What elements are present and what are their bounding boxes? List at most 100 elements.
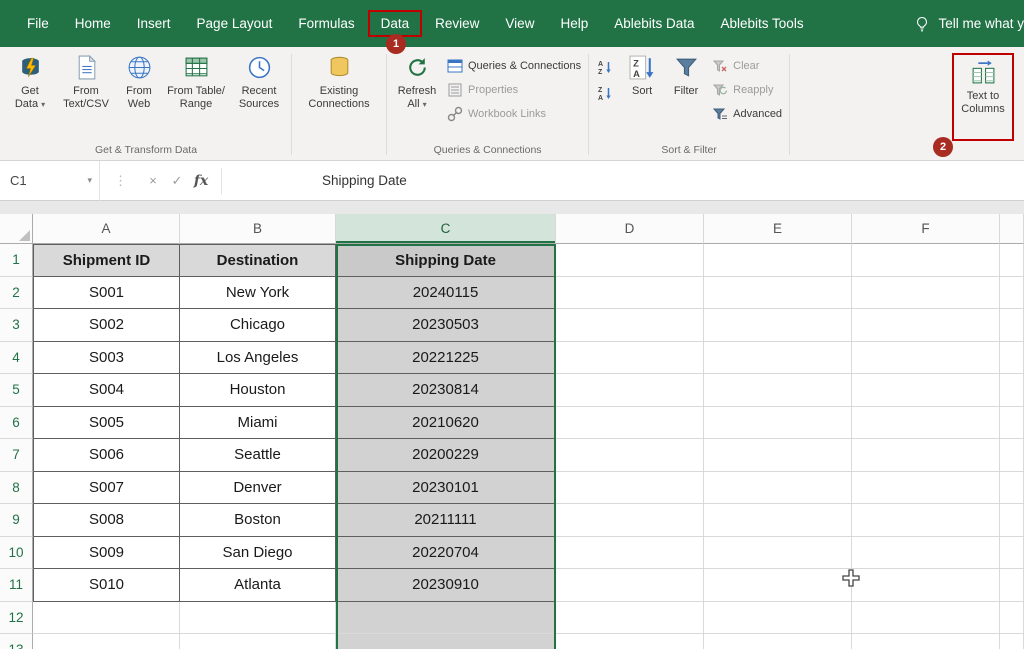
cell-D9[interactable] [556, 504, 704, 537]
clear-filter-button[interactable]: Clear [709, 55, 785, 76]
row-header-2[interactable]: 2 [0, 276, 33, 309]
cell-C5[interactable]: 20230814 [336, 374, 556, 407]
row-header-13[interactable]: 13 [0, 634, 33, 649]
cell-A9[interactable]: S008 [33, 504, 180, 537]
cell-C6[interactable]: 20210620 [336, 406, 556, 439]
cell-G9[interactable] [1000, 504, 1024, 537]
ribbon-tab-file[interactable]: File [14, 10, 62, 37]
cell-C7[interactable]: 20200229 [336, 439, 556, 472]
cell-E13[interactable] [704, 634, 852, 649]
text-to-columns-button[interactable]: Text to Columns [954, 55, 1012, 139]
cell-C8[interactable]: 20230101 [336, 471, 556, 504]
cell-B2[interactable]: New York [180, 276, 336, 309]
cell-E3[interactable] [704, 309, 852, 342]
cell-A1[interactable]: Shipment ID [33, 244, 180, 277]
cell-G3[interactable] [1000, 309, 1024, 342]
cell-B10[interactable]: San Diego [180, 536, 336, 569]
cell-F5[interactable] [852, 374, 1000, 407]
cell-G1[interactable] [1000, 244, 1024, 277]
cell-E7[interactable] [704, 439, 852, 472]
cell-F9[interactable] [852, 504, 1000, 537]
cell-B11[interactable]: Atlanta [180, 569, 336, 602]
ribbon-tab-insert[interactable]: Insert [124, 10, 184, 37]
ribbon-tab-view[interactable]: View [492, 10, 547, 37]
cell-D11[interactable] [556, 569, 704, 602]
cell-F7[interactable] [852, 439, 1000, 472]
cell-D12[interactable] [556, 601, 704, 634]
cell-D13[interactable] [556, 634, 704, 649]
ribbon-tab-ablebits-data[interactable]: Ablebits Data [601, 10, 707, 37]
cell-A13[interactable] [33, 634, 180, 649]
get-data-button[interactable]: Get Data ▾ [5, 50, 55, 134]
from-text-csv-button[interactable]: From Text/CSV [56, 50, 116, 134]
cell-F11[interactable] [852, 569, 1000, 602]
cell-C9[interactable]: 20211111 [336, 504, 556, 537]
ribbon-tab-help[interactable]: Help [547, 10, 601, 37]
queries-connections-button[interactable]: Queries & Connections [444, 55, 584, 76]
cell-E6[interactable] [704, 406, 852, 439]
workbook-links-button[interactable]: Workbook Links [444, 103, 584, 124]
properties-button[interactable]: Properties [444, 79, 584, 100]
name-box-dropdown-icon[interactable]: ▾ [87, 175, 92, 186]
cell-G4[interactable] [1000, 341, 1024, 374]
cell-F3[interactable] [852, 309, 1000, 342]
row-header-4[interactable]: 4 [0, 341, 33, 374]
cell-B1[interactable]: Destination [180, 244, 336, 277]
from-web-button[interactable]: From Web [117, 50, 161, 134]
cell-C4[interactable]: 20221225 [336, 341, 556, 374]
recent-sources-button[interactable]: Recent Sources [231, 50, 287, 134]
cell-F8[interactable] [852, 471, 1000, 504]
cell-G6[interactable] [1000, 406, 1024, 439]
cell-D7[interactable] [556, 439, 704, 472]
from-table-range-button[interactable]: From Table/ Range [162, 50, 230, 134]
sort-za-button[interactable]: ZA [593, 81, 617, 104]
cell-B6[interactable]: Miami [180, 406, 336, 439]
cell-F4[interactable] [852, 341, 1000, 374]
cell-A8[interactable]: S007 [33, 471, 180, 504]
cell-E1[interactable] [704, 244, 852, 277]
formula-input[interactable]: Shipping Date [322, 173, 407, 188]
cell-B12[interactable] [180, 601, 336, 634]
row-header-7[interactable]: 7 [0, 439, 33, 472]
cell-E12[interactable] [704, 601, 852, 634]
cell-G7[interactable] [1000, 439, 1024, 472]
ribbon-tab-formulas[interactable]: Formulas [285, 10, 367, 37]
cell-G13[interactable] [1000, 634, 1024, 649]
enter-icon[interactable]: ✓ [165, 173, 189, 189]
cell-D6[interactable] [556, 406, 704, 439]
cell-A4[interactable]: S003 [33, 341, 180, 374]
filter-button[interactable]: Filter [664, 50, 708, 134]
insert-function-icon[interactable]: fx [189, 173, 213, 189]
ribbon-tab-home[interactable]: Home [62, 10, 124, 37]
cell-C11[interactable]: 20230910 [336, 569, 556, 602]
ribbon-tab-review[interactable]: Review [422, 10, 492, 37]
cell-G2[interactable] [1000, 276, 1024, 309]
column-header-E[interactable]: E [704, 214, 852, 244]
cell-C13[interactable] [336, 634, 556, 649]
cancel-icon[interactable]: × [141, 173, 165, 188]
cell-A2[interactable]: S001 [33, 276, 180, 309]
refresh-all-button[interactable]: Refresh All ▾ [391, 50, 443, 134]
ribbon-tab-ablebits-tools[interactable]: Ablebits Tools [708, 10, 817, 37]
cell-A12[interactable] [33, 601, 180, 634]
cell-D8[interactable] [556, 471, 704, 504]
ribbon-tab-data[interactable]: Data [367, 10, 423, 37]
cell-E5[interactable] [704, 374, 852, 407]
formula-bar-handle[interactable]: ⋮ [100, 173, 141, 189]
name-box[interactable]: C1 ▾ [0, 160, 100, 201]
cell-G8[interactable] [1000, 471, 1024, 504]
cell-E10[interactable] [704, 536, 852, 569]
column-header-D[interactable]: D [556, 214, 704, 244]
cell-C3[interactable]: 20230503 [336, 309, 556, 342]
cell-G12[interactable] [1000, 601, 1024, 634]
cell-F1[interactable] [852, 244, 1000, 277]
row-header-11[interactable]: 11 [0, 569, 33, 602]
cell-D3[interactable] [556, 309, 704, 342]
cell-D10[interactable] [556, 536, 704, 569]
cell-E2[interactable] [704, 276, 852, 309]
column-header-A[interactable]: A [33, 214, 180, 244]
cell-F10[interactable] [852, 536, 1000, 569]
cell-F12[interactable] [852, 601, 1000, 634]
cell-D1[interactable] [556, 244, 704, 277]
row-header-9[interactable]: 9 [0, 504, 33, 537]
